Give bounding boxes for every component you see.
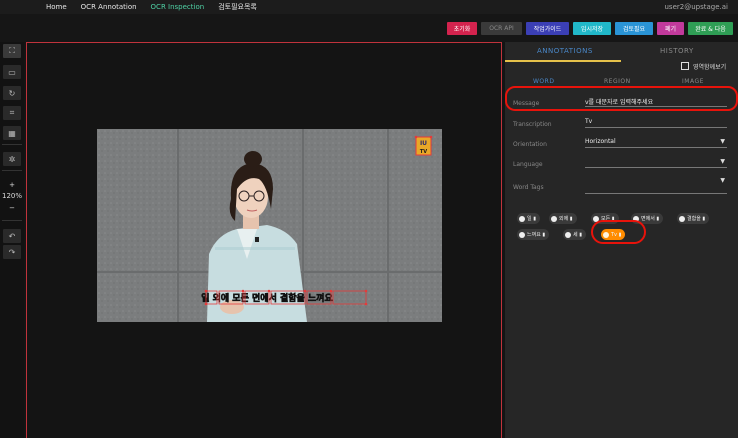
tool-divider (2, 144, 22, 145)
rectangle-tool-icon[interactable]: ▭ (3, 65, 21, 79)
review-needed-button[interactable]: 검토필요 (615, 22, 653, 35)
ocr-api-button[interactable]: OCR API (481, 22, 522, 35)
trash-icon[interactable]: ▮ (656, 216, 659, 222)
crop-tool-icon[interactable]: ⌗ (3, 106, 21, 120)
orientation-label: Orientation (513, 141, 547, 148)
select-tool-icon[interactable]: ⛶ (3, 44, 21, 58)
transcription-label: Transcription (513, 121, 552, 128)
word-chip[interactable]: 외에 ▮ (549, 213, 577, 224)
zoom-out-button[interactable]: − (0, 204, 24, 212)
logo-tv-text: TV (420, 149, 427, 155)
trash-icon[interactable]: ▮ (570, 216, 573, 222)
word-tags-label: Word Tags (513, 184, 544, 191)
word-chip[interactable]: 결함을 ▮ (677, 213, 710, 224)
subtab-word[interactable]: WORD (533, 78, 554, 85)
word-chip[interactable]: 세 ▮ (563, 229, 586, 240)
tool-divider (2, 220, 22, 221)
chevron-down-icon: ▼ (720, 138, 725, 145)
discard-button[interactable]: 폐기 (657, 22, 684, 35)
orientation-value: Horizontal (585, 138, 616, 145)
subtab-image[interactable]: IMAGE (682, 78, 704, 85)
word-chip-label: 결함을 (687, 216, 701, 222)
photo-illustration: IU TV 일 외에 모든 면에서 결함을 느껴요 (97, 129, 442, 322)
word-chip-dot-icon (679, 215, 685, 222)
nav-review-list[interactable]: 검토필요목록 (218, 2, 257, 12)
chevron-down-icon: ▼ (720, 158, 725, 165)
nav-ocr-inspection[interactable]: OCR Inspection (151, 3, 205, 11)
chip-highlight-outline (591, 220, 646, 244)
word-chip-dot-icon (519, 231, 525, 238)
redo-icon[interactable]: ↷ (3, 245, 21, 259)
word-chip-dot-icon (551, 215, 557, 222)
nav-ocr-annotation[interactable]: OCR Annotation (81, 3, 137, 11)
user-email[interactable]: user2@upstage.ai (665, 3, 729, 11)
orientation-select[interactable]: Horizontal ▼ (585, 138, 727, 148)
language-select[interactable]: ▼ (585, 158, 727, 168)
nav-home[interactable]: Home (46, 3, 67, 11)
word-chip-label: 일 (527, 216, 532, 222)
message-highlight-outline (505, 86, 738, 111)
tab-history[interactable]: HISTORY (660, 47, 694, 55)
subtitle-caption: 일 외에 모든 면에서 결함을 느껴요 (201, 292, 333, 304)
trash-icon[interactable]: ▮ (702, 216, 705, 222)
word-chip-dot-icon (565, 231, 571, 238)
word-chip-label: 느껴요 (527, 232, 541, 238)
chevron-down-icon: ▼ (720, 177, 725, 184)
word-chip[interactable]: 느껴요 ▮ (517, 229, 550, 240)
word-chip-label: 면에서 (641, 216, 655, 222)
reset-button[interactable]: 초기화 (447, 22, 477, 35)
video-frame-image[interactable]: IU TV 일 외에 모든 면에서 결함을 느껴요 (97, 129, 442, 322)
word-chip[interactable]: 일 ▮ (517, 213, 540, 224)
word-chip-label: 외에 (559, 216, 569, 222)
keyboard-tool-icon[interactable]: ▦ (3, 126, 21, 140)
trash-icon[interactable]: ▮ (542, 232, 545, 238)
subtab-region[interactable]: REGION (604, 78, 631, 85)
trash-icon[interactable]: ▮ (533, 216, 536, 222)
temp-save-button[interactable]: 임시저장 (573, 22, 611, 35)
undo-icon[interactable]: ↶ (3, 229, 21, 243)
top-nav: Home OCR Annotation OCR Inspection 검토필요목… (0, 0, 738, 14)
settings-tool-icon[interactable]: ✲ (3, 152, 21, 166)
guide-button[interactable]: 작업가이드 (526, 22, 569, 35)
word-chip-label: 세 (573, 232, 578, 238)
transcription-input[interactable]: Tv (585, 118, 727, 128)
language-label: Language (513, 161, 543, 168)
show-region-label: 영역함께보기 (693, 64, 727, 71)
logo-iu-text: IU (420, 140, 427, 147)
word-chip-dot-icon (519, 215, 525, 222)
show-region-checkbox[interactable] (681, 62, 689, 70)
zoom-in-button[interactable]: + (0, 181, 24, 189)
zoom-level: 120% (1, 192, 22, 200)
word-tags-select[interactable]: ▼ (585, 177, 727, 194)
trash-icon[interactable]: ▮ (579, 232, 582, 238)
polygon-tool-icon[interactable]: ↻ (3, 86, 21, 100)
active-tab-indicator (505, 60, 621, 62)
tab-annotations[interactable]: ANNOTATIONS (537, 47, 593, 55)
complete-next-button[interactable]: 완료 & 다음 (688, 22, 733, 35)
tool-divider (2, 170, 22, 171)
